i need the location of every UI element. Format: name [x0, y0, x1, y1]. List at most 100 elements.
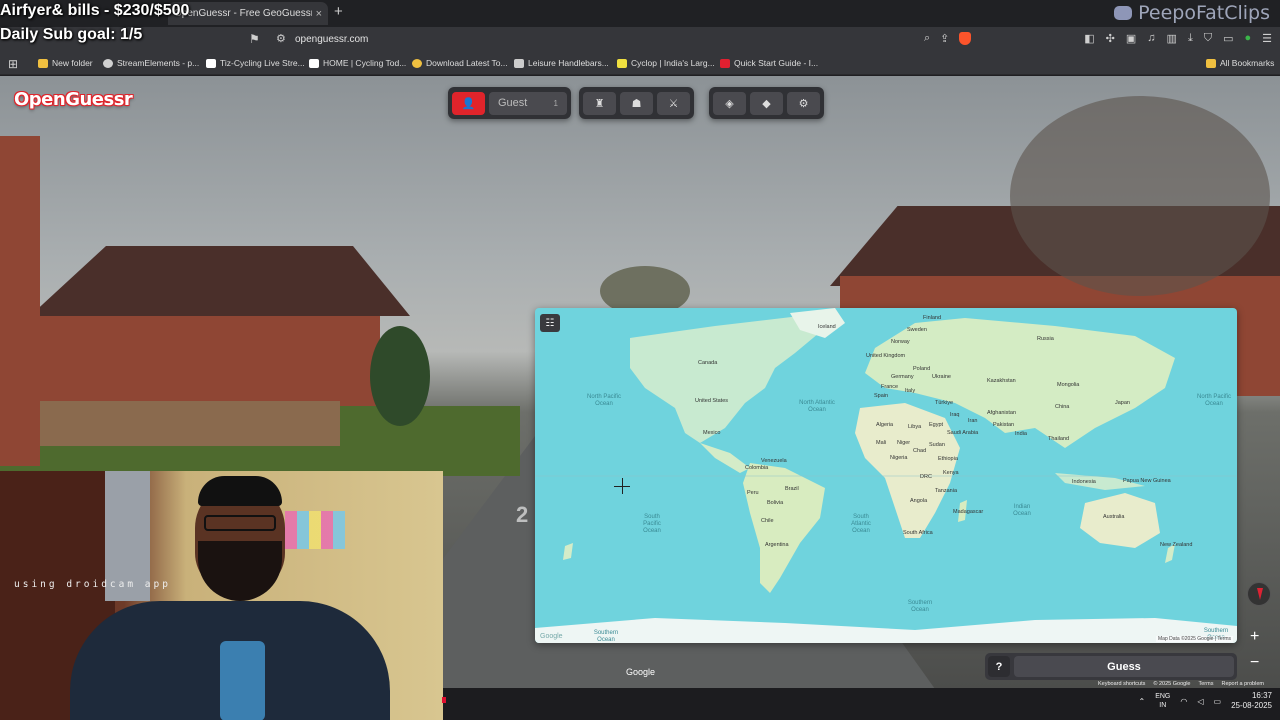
- brave-shield-icon[interactable]: [959, 32, 972, 45]
- extension-icons: ◧ ✣ ▣ ♫ ▥ ⤓ ⛉ ▭ ● ☰: [1084, 32, 1272, 45]
- roof: [30, 246, 410, 316]
- guest-button[interactable]: Guest 1: [489, 91, 567, 115]
- lang-region: IN: [1159, 702, 1167, 709]
- bookmark-icon[interactable]: ⚑: [249, 32, 260, 46]
- map-settings-button[interactable]: ☷: [540, 314, 560, 332]
- bookmark-label: Download Latest To...: [426, 58, 508, 68]
- wallet-icon[interactable]: ▭: [1223, 32, 1233, 45]
- account-button[interactable]: 👤: [452, 91, 485, 115]
- folder-icon: [38, 58, 48, 68]
- share-icon[interactable]: ⇪: [940, 32, 949, 45]
- streamelements-icon: [103, 58, 113, 68]
- site-info-icon[interactable]: ⚙: [276, 32, 286, 45]
- map-country-label: United States: [695, 398, 729, 404]
- screen: OpenGuessr - Free GeoGuessr A × + ⚑ ⚙ op…: [0, 0, 1280, 720]
- extension-icon[interactable]: ◧: [1084, 32, 1094, 45]
- music-icon[interactable]: ♫: [1147, 32, 1155, 45]
- bookmark-item[interactable]: New folder: [38, 58, 93, 68]
- map-country-label: Japan: [1115, 400, 1130, 406]
- map-country-label: Argentina: [765, 542, 789, 548]
- tab-close-icon[interactable]: ×: [316, 8, 322, 20]
- map-country-label: Ethiopia: [938, 456, 958, 462]
- report-problem-link[interactable]: Report a problem: [1221, 681, 1264, 687]
- battery-icon[interactable]: ▭: [1214, 697, 1222, 706]
- map-google-logo: Google: [540, 633, 563, 640]
- all-bookmarks[interactable]: All Bookmarks: [1206, 58, 1274, 68]
- droidcam-text: using droidcam app: [14, 579, 171, 590]
- south-america: [743, 463, 825, 593]
- zoom-icon[interactable]: ⌕: [924, 32, 930, 45]
- help-button[interactable]: ?: [988, 656, 1010, 677]
- central-america: [700, 443, 750, 473]
- guess-button[interactable]: Guess: [1014, 656, 1234, 677]
- map-country-label: South Africa: [903, 530, 933, 536]
- copyright-text: © 2025 Google: [1153, 681, 1191, 687]
- leaderboard-button[interactable]: ♜: [583, 91, 616, 115]
- vpn-icon[interactable]: ●: [1244, 32, 1251, 45]
- openguessr-logo[interactable]: OpenGuessr: [14, 89, 133, 110]
- bookmark-label: Tiz-Cycling Live Stre...: [220, 58, 305, 68]
- bookmark-item[interactable]: Leisure Handlebars...: [514, 58, 609, 68]
- bookmark-label: Quick Start Guide - I...: [734, 58, 819, 68]
- map-country-label: Tanzania: [935, 488, 958, 494]
- terms-link[interactable]: Terms: [1198, 681, 1213, 687]
- bookmark-item[interactable]: HOME | Cycling Tod...: [309, 58, 406, 68]
- map-country-label: Canada: [698, 360, 718, 366]
- battle-button[interactable]: ⚔: [657, 91, 690, 115]
- map-country-label: New Zealand: [1160, 542, 1193, 548]
- keyboard-shortcuts-link[interactable]: Keyboard shortcuts: [1098, 681, 1145, 687]
- map-country-label: Iran: [968, 418, 978, 424]
- map-country-label: Nigeria: [890, 455, 908, 461]
- menu-icon[interactable]: ☰: [1262, 32, 1272, 45]
- apps-grid-icon[interactable]: ⊞: [8, 57, 18, 71]
- bookmark-item[interactable]: Quick Start Guide - I...: [720, 58, 818, 68]
- person-shirt: [220, 641, 265, 720]
- tab-openguessr[interactable]: OpenGuessr - Free GeoGuessr A ×: [168, 2, 328, 25]
- sidebar-icon[interactable]: ▥: [1167, 32, 1177, 45]
- bookmark-item[interactable]: Tiz-Cycling Live Stre...: [206, 58, 305, 68]
- system-tray: ⌃ ENG IN ◠ ◁ ▭ 16:37 25-08-2025: [1139, 691, 1273, 711]
- antarctica: [535, 618, 1237, 643]
- volume-icon[interactable]: ◁: [1197, 697, 1203, 706]
- wifi-icon[interactable]: ◠: [1180, 697, 1187, 706]
- layers-button[interactable]: ◈: [713, 91, 746, 115]
- compass-icon[interactable]: [1247, 582, 1271, 606]
- zoom-out-button[interactable]: −: [1250, 654, 1259, 672]
- map-country-label: Mexico: [703, 430, 721, 436]
- window-icon[interactable]: ▣: [1126, 32, 1136, 45]
- bookmark-item[interactable]: Cyclop | India's Larg...: [617, 58, 715, 68]
- map-ocean-label: Southern Ocean: [593, 630, 619, 643]
- map-country-label: Chad: [913, 448, 927, 454]
- map-country-label: Italy: [905, 388, 916, 394]
- clock[interactable]: 16:37 25-08-2025: [1231, 691, 1272, 711]
- url-text[interactable]: openguessr.com: [295, 34, 368, 45]
- shield-icon[interactable]: ⛉: [1204, 32, 1212, 45]
- map-country-label: Sweden: [907, 327, 927, 333]
- chevron-up-icon[interactable]: ⌃: [1139, 697, 1146, 706]
- cyclop-icon: [617, 58, 627, 68]
- map-attribution[interactable]: Map Data ©2025 Google | Terms: [1156, 636, 1233, 642]
- sub-goal-text: Daily Sub goal: 1/5: [0, 26, 143, 43]
- zoom-in-button[interactable]: +: [1250, 628, 1259, 646]
- download-icon[interactable]: ⤓: [1188, 32, 1193, 45]
- map-country-label: Norway: [891, 339, 910, 345]
- map-country-label: Kenya: [943, 470, 959, 476]
- bookmark-item[interactable]: Download Latest To...: [412, 58, 508, 68]
- settings-button[interactable]: ⚙: [787, 91, 820, 115]
- tree: [370, 326, 430, 426]
- bookmark-item[interactable]: StreamElements - p...: [103, 58, 199, 68]
- map-country-label: Ukraine: [932, 374, 951, 380]
- bookmark-label: StreamElements - p...: [117, 58, 200, 68]
- map-country-label: Australia: [1103, 514, 1125, 520]
- guess-map[interactable]: Iceland Finland Sweden Norway Russia Can…: [535, 308, 1237, 643]
- multiplayer-button[interactable]: ☗: [620, 91, 653, 115]
- zoom-controls: + −: [1250, 628, 1259, 672]
- person-beard: [198, 541, 282, 601]
- new-tab-icon[interactable]: +: [334, 3, 343, 20]
- puzzle-icon[interactable]: ✣: [1106, 32, 1115, 45]
- learn-button[interactable]: ◆: [750, 91, 783, 115]
- guide-icon: [720, 58, 730, 68]
- language-indicator[interactable]: ENG IN: [1155, 692, 1170, 710]
- bookmark-label: HOME | Cycling Tod...: [323, 58, 407, 68]
- map-country-label: Mali: [876, 440, 887, 446]
